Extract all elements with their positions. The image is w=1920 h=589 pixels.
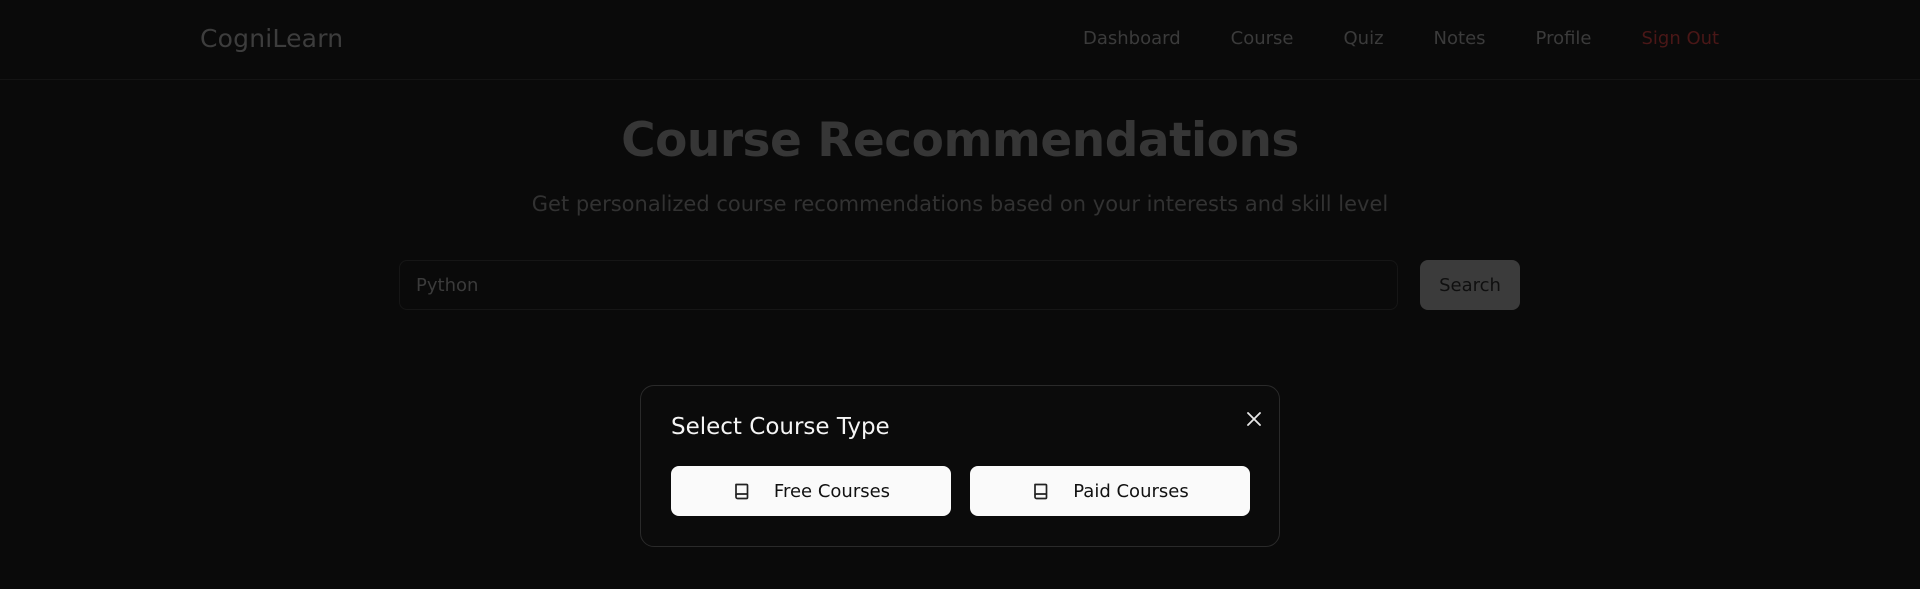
book-icon	[1031, 481, 1051, 501]
close-icon[interactable]	[1241, 406, 1267, 432]
free-courses-button[interactable]: Free Courses	[671, 466, 951, 516]
nav-item-profile[interactable]: Profile	[1536, 28, 1592, 49]
main-nav: Dashboard Course Quiz Notes Profile Sign…	[1083, 28, 1719, 49]
nav-item-notes[interactable]: Notes	[1434, 28, 1486, 49]
paid-courses-label: Paid Courses	[1073, 480, 1189, 502]
sign-out-link[interactable]: Sign Out	[1642, 28, 1720, 49]
course-type-modal: Select Course Type Free Courses Paid Cou…	[640, 385, 1280, 547]
search-input[interactable]	[399, 260, 1398, 310]
page-title: Course Recommendations	[621, 113, 1299, 168]
top-navbar: CogniLearn Dashboard Course Quiz Notes P…	[0, 0, 1920, 80]
search-button[interactable]: Search	[1420, 260, 1520, 310]
book-icon	[732, 481, 752, 501]
paid-courses-button[interactable]: Paid Courses	[970, 466, 1250, 516]
free-courses-label: Free Courses	[773, 480, 891, 502]
page: CogniLearn Dashboard Course Quiz Notes P…	[0, 0, 1920, 589]
brand-logo[interactable]: CogniLearn	[200, 24, 343, 53]
nav-item-course[interactable]: Course	[1231, 28, 1294, 49]
page-subtitle: Get personalized course recommendations …	[531, 192, 1389, 216]
nav-item-dashboard[interactable]: Dashboard	[1083, 28, 1181, 49]
modal-title: Select Course Type	[671, 414, 890, 440]
nav-item-quiz[interactable]: Quiz	[1344, 28, 1384, 49]
